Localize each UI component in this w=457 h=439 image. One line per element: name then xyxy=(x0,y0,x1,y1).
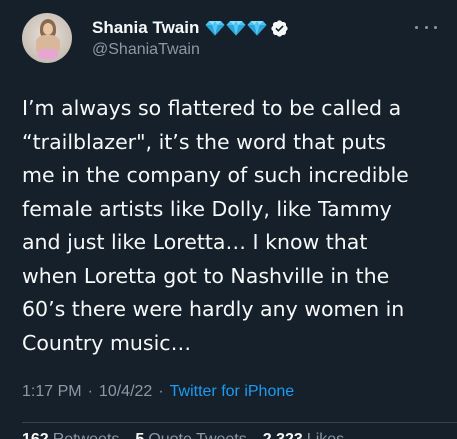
more-options-icon[interactable] xyxy=(415,22,437,32)
more-dot xyxy=(415,25,418,29)
tweet-source-link[interactable]: Twitter for iPhone xyxy=(170,383,295,401)
diamond-icon xyxy=(247,21,267,36)
more-dot xyxy=(424,25,428,29)
likes-label: Likes xyxy=(307,431,344,439)
badge-group xyxy=(205,20,268,36)
tweet-meta: 1:17 PM · 10/4/22 · Twitter for iPhone xyxy=(22,383,294,401)
engagement-stats: 162 Retweets 5 Quote Tweets 2,323 Likes xyxy=(22,431,360,439)
likes-count: 2,323 xyxy=(263,431,303,439)
avatar-outfit xyxy=(38,49,58,59)
meta-separator: · xyxy=(87,383,93,400)
diamond-icon xyxy=(226,21,246,36)
tweet-date[interactable]: 10/4/22 xyxy=(99,383,152,401)
avatar[interactable] xyxy=(22,13,72,63)
diamond-icon xyxy=(205,21,225,36)
quotes-stat[interactable]: 5 Quote Tweets xyxy=(135,431,246,439)
verified-icon xyxy=(271,19,288,37)
tweet-line: me in the company of such incredible xyxy=(22,163,409,187)
author-name-row: Shania Twain xyxy=(92,17,289,39)
tweet-line: 60’s there were hardly any women in xyxy=(22,297,405,321)
quotes-count: 5 xyxy=(135,431,144,439)
tweet-card: Shania Twain @ShaniaTwain I’m always so … xyxy=(0,0,457,439)
more-dot xyxy=(434,25,437,29)
tweet-line: when Loretta got to Nashville in the xyxy=(22,263,390,288)
tweet-line: Country music… xyxy=(22,330,192,355)
tweet-text: I’m always so flattered to be called a “… xyxy=(22,92,447,360)
tweet-line: female artists like Dolly, like Tammy xyxy=(22,196,392,221)
likes-stat[interactable]: 2,323 Likes xyxy=(263,431,344,439)
tweet-time[interactable]: 1:17 PM xyxy=(22,383,82,401)
author-handle[interactable]: @ShaniaTwain xyxy=(92,41,200,59)
meta-separator: · xyxy=(158,383,164,400)
divider xyxy=(22,422,457,423)
retweets-label: Retweets xyxy=(53,431,120,439)
retweets-count: 162 xyxy=(22,431,49,439)
retweets-stat[interactable]: 162 Retweets xyxy=(22,431,119,439)
author-display-name[interactable]: Shania Twain xyxy=(92,18,199,38)
tweet-line: “trailblazer", it’s the word that puts xyxy=(22,129,386,154)
tweet-line: and just like Loretta… I know that xyxy=(22,230,368,254)
quotes-label: Quote Tweets xyxy=(148,431,246,439)
avatar-face xyxy=(43,23,53,35)
tweet-line: I’m always so flattered to be called a xyxy=(22,96,402,120)
